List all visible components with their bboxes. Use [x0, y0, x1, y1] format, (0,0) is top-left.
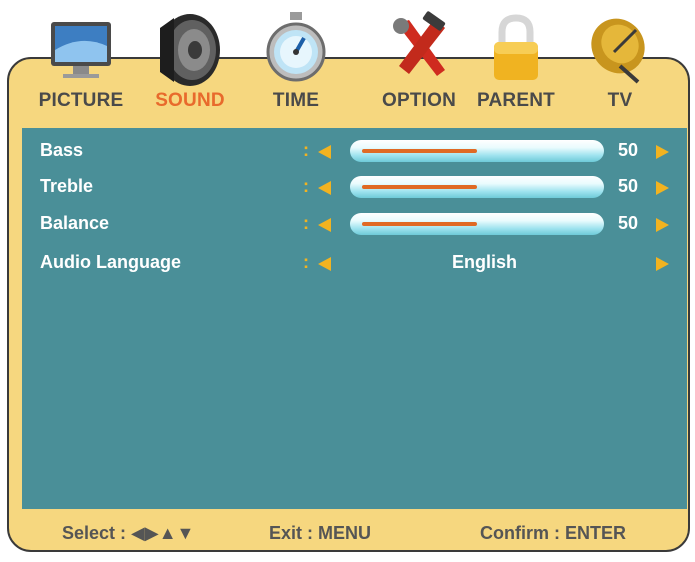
slider-fill: [362, 149, 477, 153]
tools-icon: [393, 11, 446, 76]
select-hint: Select : ◀▶▲▼: [62, 523, 194, 544]
increase-arrow-icon[interactable]: [656, 218, 669, 232]
setting-value: 50: [618, 176, 639, 196]
audio-language-row[interactable]: Audio Language : English: [22, 248, 687, 278]
setting-value: 50: [618, 213, 639, 233]
tab-label: PICTURE: [38, 90, 124, 111]
balance-slider[interactable]: [350, 213, 604, 235]
setting-label: Audio Language: [40, 252, 181, 272]
select-hint-label: Select :: [62, 523, 127, 543]
decrease-arrow-icon[interactable]: [318, 218, 331, 232]
setting-label: Balance: [40, 213, 110, 233]
speaker-icon: [160, 14, 220, 86]
tab-parent[interactable]: PARENT: [466, 0, 566, 125]
setting-label: Treble: [40, 176, 94, 196]
lock-icon: [494, 14, 538, 80]
increase-arrow-icon[interactable]: [656, 145, 669, 159]
tab-bar: PICTURE SOUND TIME OPTION PARENT TV: [0, 0, 695, 125]
tab-tv[interactable]: TV: [580, 0, 660, 125]
satellite-dish-icon: [591, 18, 645, 84]
separator: :: [303, 140, 309, 160]
slider-fill: [362, 222, 477, 226]
treble-slider[interactable]: [350, 176, 604, 198]
tab-picture[interactable]: PICTURE: [22, 0, 140, 125]
footer-hints: Select : ◀▶▲▼ Exit : MENU Confirm : ENTE…: [22, 516, 687, 546]
tab-label: TV: [607, 90, 633, 111]
decrease-arrow-icon[interactable]: [318, 257, 331, 271]
separator: :: [303, 213, 309, 233]
navigation-arrows-icon: ◀▶▲▼: [131, 523, 195, 543]
tab-label: TIME: [272, 90, 320, 111]
tab-label: PARENT: [477, 90, 555, 111]
decrease-arrow-icon[interactable]: [318, 145, 331, 159]
setting-label: Bass: [40, 140, 84, 160]
tab-option[interactable]: OPTION: [364, 0, 474, 125]
balance-row[interactable]: Balance : 50: [22, 209, 687, 239]
tab-label: SOUND: [155, 90, 225, 111]
stopwatch-icon: [266, 12, 326, 82]
decrease-arrow-icon[interactable]: [318, 181, 331, 195]
confirm-hint: Confirm : ENTER: [480, 523, 626, 543]
slider-fill: [362, 185, 477, 189]
tv-icon: [51, 22, 111, 78]
increase-arrow-icon[interactable]: [656, 181, 669, 195]
tab-time[interactable]: TIME: [256, 0, 336, 125]
sound-settings-panel: Bass : 50 Treble : 50 Balance : 50 Audio…: [22, 128, 687, 509]
setting-value: 50: [618, 140, 639, 160]
separator: :: [303, 176, 309, 196]
tab-sound[interactable]: SOUND: [140, 0, 240, 125]
increase-arrow-icon[interactable]: [656, 257, 669, 271]
exit-hint: Exit : MENU: [269, 523, 372, 543]
bass-slider[interactable]: [350, 140, 604, 162]
treble-row[interactable]: Treble : 50: [22, 172, 687, 202]
bass-row[interactable]: Bass : 50: [22, 136, 687, 166]
audio-language-value: English: [452, 252, 518, 272]
tab-label: OPTION: [381, 90, 457, 111]
separator: :: [303, 252, 309, 272]
